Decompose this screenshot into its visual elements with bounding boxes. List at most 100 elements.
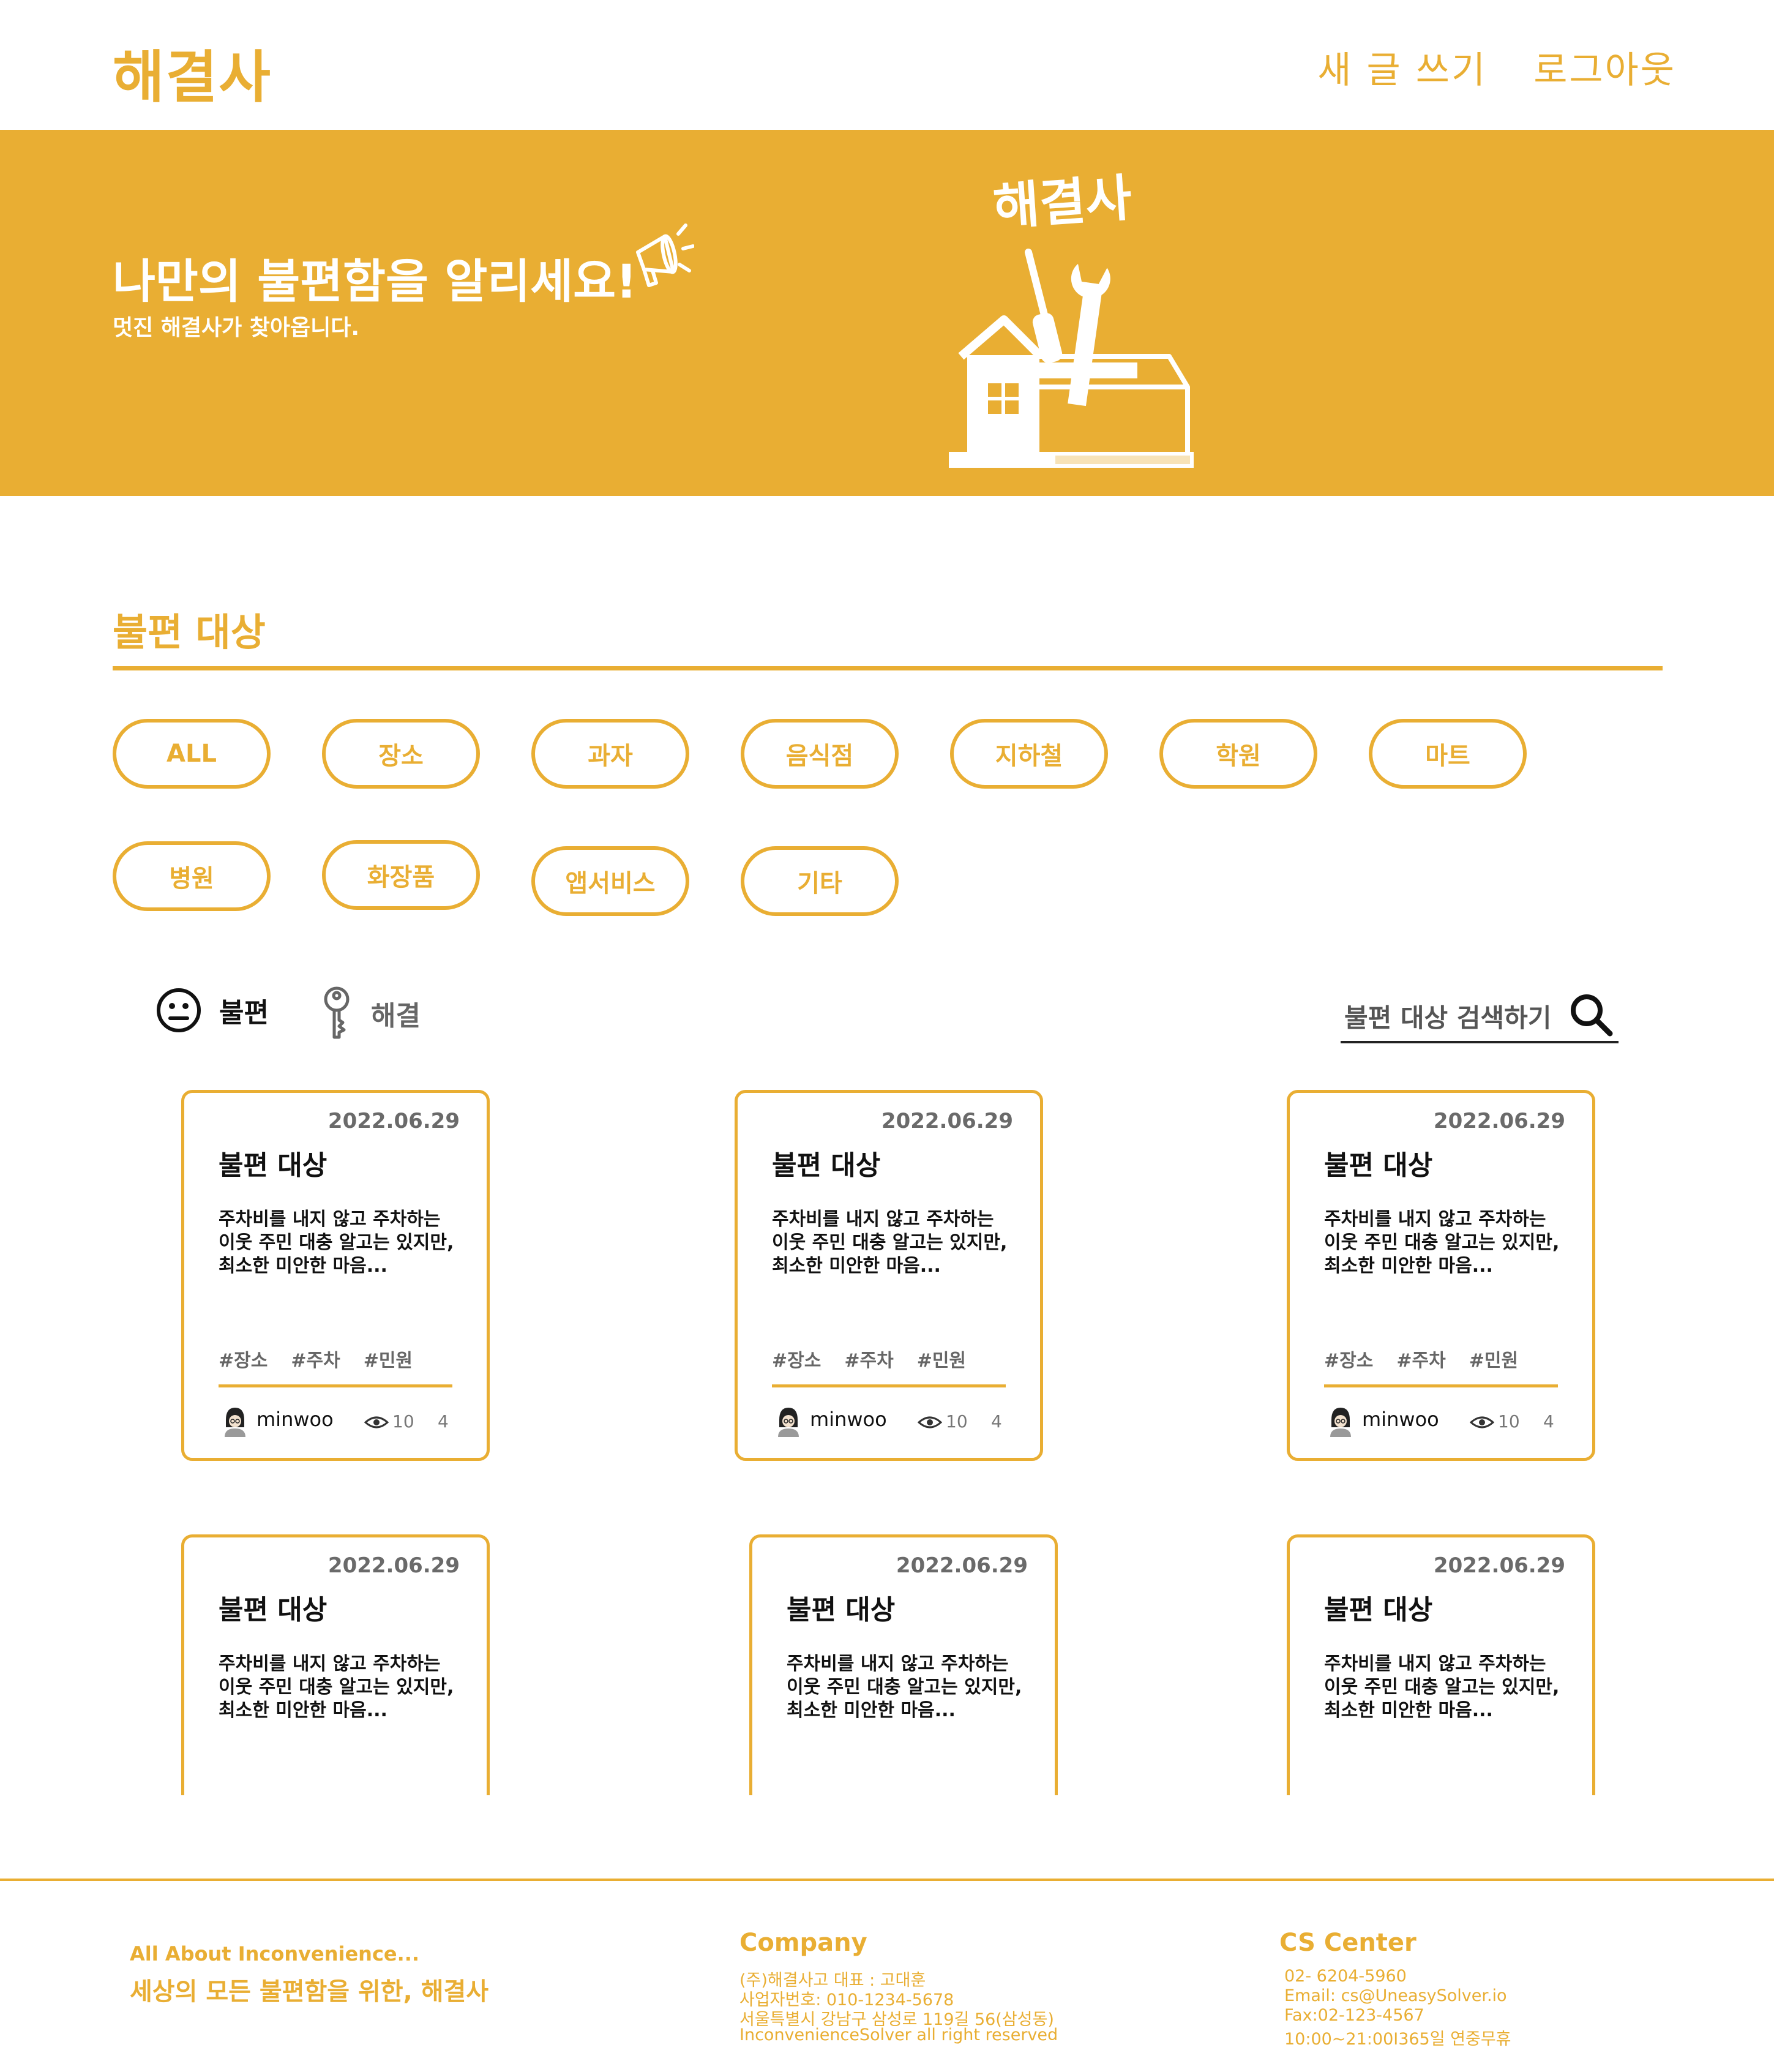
post-title: 불편 대상: [772, 1150, 881, 1181]
post-date: 2022.06.29: [881, 1109, 1013, 1133]
top-nav: 새 글 쓰기 로그아웃: [1317, 40, 1676, 94]
post-tag[interactable]: #주차: [844, 1345, 893, 1372]
post-card[interactable]: 2022.06.29 불편 대상주차비를 내지 않고 주차하는 이웃 주민 대충 …: [1287, 1534, 1595, 1795]
post-tags: #장소 #주차 #민원: [772, 1345, 966, 1372]
post-view-count: 10: [392, 1411, 414, 1432]
footer-cs-heading: CS Center: [1279, 1929, 1417, 1957]
category-chip[interactable]: 지하철: [950, 719, 1108, 789]
post-tag[interactable]: #주차: [1396, 1345, 1445, 1372]
post-tag[interactable]: #주차: [859, 1790, 908, 1795]
footer-slogan: 세상의 모든 불편함을 위한, 해결사: [130, 1978, 489, 2006]
post-tag[interactable]: #장소: [772, 1345, 821, 1372]
post-tag[interactable]: #민원: [364, 1790, 413, 1795]
category-chip[interactable]: 과자: [531, 719, 689, 789]
post-view-count: 10: [946, 1411, 968, 1432]
tab-complaint[interactable]: 불편: [155, 987, 269, 1034]
post-excerpt: 주차비를 내지 않고 주차하는 이웃 주민 대충 알고는 있지만, 최소한 미안…: [1324, 1209, 1560, 1277]
search-icon[interactable]: [1567, 991, 1615, 1038]
post-tag[interactable]: #민원: [1469, 1790, 1518, 1795]
post-list: 2022.06.29 불편 대상 주차비를 내지 않고 주차하는 이웃 주민 대충 …: [0, 1084, 1774, 1795]
footer-cs-fax: Fax:02-123-4567: [1284, 2006, 1424, 2025]
footer-company-line: InconvenienceSolver all right reserved: [739, 2025, 1058, 2044]
post-tag[interactable]: #민원: [1469, 1345, 1518, 1372]
post-tag[interactable]: #장소: [787, 1790, 836, 1795]
footer-divider: [0, 1879, 1774, 1881]
footer-cs-email[interactable]: Email: cs@UneasySolver.io: [1284, 1986, 1507, 2005]
footer-tagline: All About Inconvenience...: [130, 1942, 420, 1965]
banner-title: 나만의 불편함을 알리세요!: [113, 254, 637, 309]
footer-cs-hours: 10:00~21:00I365일 연중무휴: [1284, 2030, 1511, 2049]
eye-icon: [364, 1416, 389, 1428]
post-excerpt: 주차비를 내지 않고 주차하는 이웃 주민 대충 알고는 있지만, 최소한 미안…: [787, 1653, 1022, 1721]
post-tag[interactable]: #민원: [917, 1345, 966, 1372]
post-author[interactable]: minwoo: [810, 1408, 887, 1431]
user-avatar-icon: [225, 1408, 245, 1437]
site-logo[interactable]: 해결사: [113, 32, 272, 113]
post-title: 불편 대상: [1324, 1150, 1433, 1181]
post-excerpt: 주차비를 내지 않고 주차하는 이웃 주민 대충 알고는 있지만, 최소한 미안…: [219, 1653, 454, 1721]
tab-complaint-label: 불편: [219, 997, 269, 1029]
post-excerpt: 주차비를 내지 않고 주차하는 이웃 주민 대충 알고는 있지만, 최소한 미안…: [772, 1209, 1008, 1277]
post-tags: #장소 #주차 #민원: [1324, 1345, 1518, 1372]
post-tag[interactable]: #장소: [1324, 1345, 1373, 1372]
post-date: 2022.06.29: [1433, 1553, 1565, 1578]
search-input[interactable]: [1344, 999, 1565, 1036]
write-post-link[interactable]: 새 글 쓰기: [1317, 40, 1487, 94]
category-chip[interactable]: ALL: [113, 719, 271, 789]
megaphone-icon: [636, 223, 694, 287]
post-card[interactable]: 2022.06.29 불편 대상주차비를 내지 않고 주차하는 이웃 주민 대충 …: [735, 1090, 1043, 1461]
post-tag[interactable]: #민원: [932, 1790, 981, 1795]
logout-link[interactable]: 로그아웃: [1533, 40, 1676, 94]
post-tag[interactable]: #장소: [219, 1790, 268, 1795]
section-title: 불편 대상: [113, 610, 266, 655]
post-divider: [219, 1384, 452, 1387]
post-title: 불편 대상: [1324, 1594, 1433, 1626]
post-meta: minwoo 10 4: [222, 1403, 467, 1440]
hero-banner: 나만의 불편함을 알리세요! 멋진 해결사가 찾아옵니다. 해결사: [0, 130, 1774, 496]
post-author[interactable]: minwoo: [256, 1408, 334, 1431]
post-tags: #장소 #주차 #민원: [219, 1345, 413, 1372]
post-title: 불편 대상: [219, 1594, 327, 1626]
post-card[interactable]: 2022.06.29 불편 대상 주차비를 내지 않고 주차하는 이웃 주민 대충 …: [749, 1534, 1058, 1795]
category-chip[interactable]: 병원: [113, 841, 271, 911]
post-title: 불편 대상: [787, 1594, 896, 1626]
post-tag[interactable]: #장소: [219, 1345, 268, 1372]
post-excerpt: 주차비를 내지 않고 주차하는 이웃 주민 대충 알고는 있지만, 최소한 미안…: [219, 1209, 454, 1277]
category-chip[interactable]: 장소: [322, 719, 480, 789]
key-icon: [324, 986, 350, 1039]
post-tag[interactable]: #주차: [291, 1345, 340, 1372]
post-card[interactable]: 2022.06.29 불편 대상 주차비를 내지 않고 주차하는 이웃 주민 대충 …: [181, 1090, 490, 1461]
post-title: 불편 대상: [219, 1150, 327, 1181]
post-tags: #장소 #주차 #민원: [787, 1790, 981, 1795]
user-avatar-icon: [1330, 1408, 1351, 1437]
category-chip[interactable]: 음식점: [741, 719, 899, 789]
category-chip[interactable]: 앱서비스: [531, 846, 689, 916]
eye-icon: [1470, 1416, 1494, 1428]
post-card[interactable]: 2022.06.29 불편 대상 주차비를 내지 않고 주차하는 이웃 주민 대충 …: [181, 1534, 490, 1795]
eye-icon: [918, 1416, 942, 1428]
post-author[interactable]: minwoo: [1362, 1408, 1439, 1431]
search-bar: [1341, 991, 1619, 1043]
post-meta: minwoo 10 4: [1328, 1403, 1573, 1440]
post-divider: [772, 1384, 1006, 1387]
banner-subtitle: 멋진 해결사가 찾아옵니다.: [113, 315, 360, 340]
post-excerpt: 주차비를 내지 않고 주차하는 이웃 주민 대충 알고는 있지만, 최소한 미안…: [1324, 1653, 1560, 1721]
post-tags: #장소 #주차 #민원: [1324, 1790, 1518, 1795]
post-date: 2022.06.29: [1433, 1109, 1565, 1133]
category-chip[interactable]: 화장품: [322, 840, 480, 910]
post-divider: [1324, 1384, 1558, 1387]
post-tag[interactable]: #장소: [1324, 1790, 1373, 1795]
post-card[interactable]: 2022.06.29 불편 대상주차비를 내지 않고 주차하는 이웃 주민 대충 …: [1287, 1090, 1595, 1461]
post-tag[interactable]: #주차: [1396, 1790, 1445, 1795]
category-chip[interactable]: 학원: [1159, 719, 1317, 789]
tab-solution[interactable]: 해결: [320, 986, 421, 1041]
post-tag[interactable]: #주차: [291, 1790, 340, 1795]
category-chip[interactable]: 마트: [1369, 719, 1527, 789]
footer-cs-phone: 02- 6204-5960: [1284, 1967, 1407, 1986]
post-tags: #장소 #주차 #민원: [219, 1790, 413, 1795]
post-tag[interactable]: #민원: [364, 1345, 413, 1372]
toolbox-house-illustration: [949, 249, 1194, 468]
section-divider: [113, 666, 1663, 670]
category-chip[interactable]: 기타: [741, 846, 899, 916]
post-view-count: 10: [1498, 1411, 1520, 1432]
